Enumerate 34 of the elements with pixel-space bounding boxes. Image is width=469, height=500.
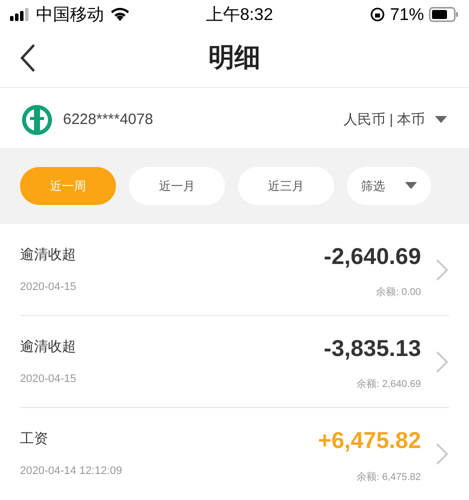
chevron-right-icon	[435, 350, 449, 374]
transaction-title: 逾清收超	[20, 244, 77, 264]
period-tab[interactable]: 近一月	[129, 166, 225, 205]
filter-dropdown[interactable]: 筛选	[347, 166, 431, 205]
chevron-right-icon	[435, 258, 449, 282]
balance-text: 余额: 6,475.82	[356, 470, 421, 485]
signal-icon	[10, 8, 30, 21]
transaction-amount: -2,640.69	[324, 242, 421, 271]
carrier-name: 中国移动	[36, 4, 104, 26]
transaction-amount: -3,835.13	[324, 334, 421, 363]
transaction-amount: +6,475.82	[318, 426, 421, 456]
caret-icon	[435, 116, 447, 124]
wifi-icon	[110, 7, 130, 22]
currency-selector[interactable]: 人民币 | 本币	[344, 109, 447, 130]
transaction-date: 2020-04-15	[20, 372, 78, 387]
transaction-title: 逾清收超	[20, 336, 77, 356]
clock-time: 上午8:32	[204, 4, 274, 26]
account-number: 6228****4078	[63, 110, 154, 130]
bank-logo-icon	[22, 104, 52, 135]
chevron-right-icon	[435, 442, 449, 466]
caret-icon	[405, 182, 417, 190]
balance-text: 余额: 2,640.69	[356, 378, 421, 392]
transaction-title: 工资	[20, 429, 49, 448]
back-icon	[20, 42, 36, 73]
balance-text: 余额: 0.00	[376, 286, 421, 300]
transaction-row[interactable]: 逾清收超 2020-04-15 -2,640.69 余额: 0.00	[0, 224, 469, 316]
transaction-row[interactable]: 逾清收超 2020-04-15 -3,835.13 余额: 2,640.69	[0, 316, 469, 408]
transaction-date: 2020-04-14 12:12:09	[20, 464, 124, 480]
transaction-row[interactable]: 工资 2020-04-14 12:12:09 +6,475.82 余额: 6,475.82	[0, 408, 469, 500]
page-title: 明细	[208, 41, 260, 74]
transaction-date: 2020-04-15	[20, 280, 78, 295]
battery-icon	[429, 6, 459, 22]
period-tab[interactable]: 近三月	[238, 166, 334, 205]
battery-percent: 71%	[390, 4, 424, 26]
